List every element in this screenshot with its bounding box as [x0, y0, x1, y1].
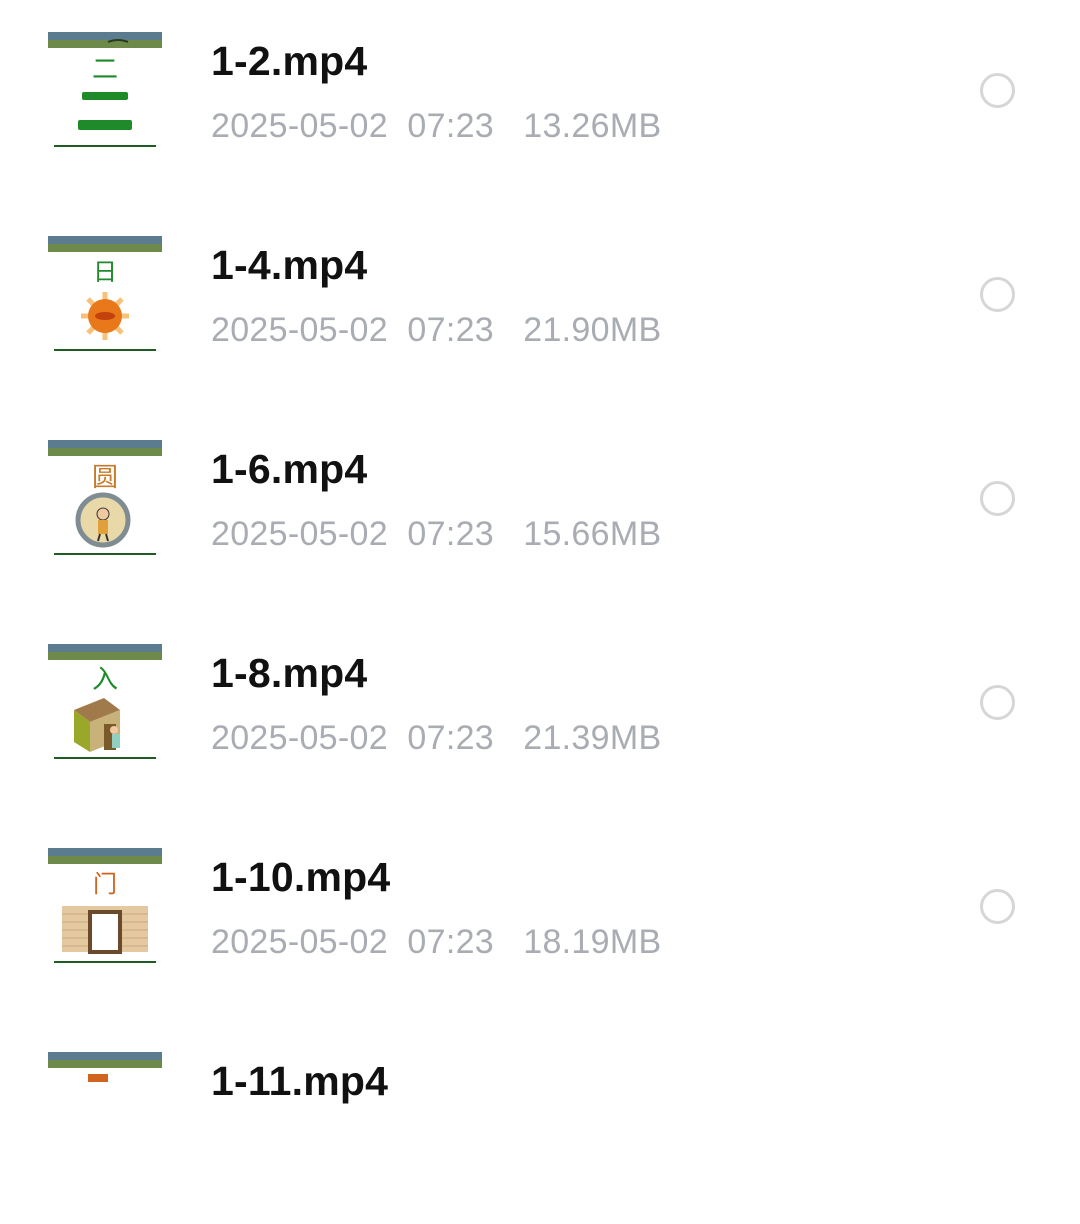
file-name: 1-2.mp4: [211, 38, 368, 84]
file-size: 13.26MB: [523, 107, 662, 145]
file-date: 2025-05-02: [211, 107, 388, 145]
file-name: 1-11.mp4: [211, 1058, 389, 1104]
thumb-character: 日: [93, 259, 117, 286]
file-time: 07:23: [407, 515, 495, 553]
file-date: 2025-05-02: [211, 311, 388, 349]
file-time: 07:23: [407, 311, 495, 349]
file-time: 07:23: [407, 719, 495, 757]
file-time: 07:23: [407, 107, 495, 145]
select-radio[interactable]: [980, 277, 1015, 312]
file-meta: 2025-05-02 07:23 21.39MB: [211, 719, 661, 758]
file-time: 07:23: [407, 923, 495, 961]
file-meta: 2025-05-02 07:23 21.90MB: [211, 311, 661, 350]
door-thumbnail-icon: 门: [48, 848, 162, 964]
file-name: 1-4.mp4: [211, 242, 368, 288]
sun-thumbnail-icon: 日: [48, 236, 162, 352]
file-name: 1-6.mp4: [211, 446, 368, 492]
file-meta: 2025-05-02 07:23 13.26MB: [211, 107, 661, 146]
file-list-item[interactable]: 二 1-2.mp4 2025-05-02 07:23 13.26MB: [0, 0, 1080, 204]
thumb-character: 圆: [92, 462, 118, 492]
file-list-item[interactable]: 1-11.mp4: [0, 1020, 1080, 1224]
select-radio[interactable]: [980, 73, 1015, 108]
character-two-thumbnail-icon: 二: [48, 32, 162, 148]
file-date: 2025-05-02: [211, 719, 388, 757]
file-list-item[interactable]: 入 1-8.mp4 2025-05-02 07:23 21.39MB: [0, 612, 1080, 816]
file-size: 18.19MB: [523, 923, 662, 961]
file-list-item[interactable]: 门 1-10.mp4 2025-05-02 07:23 18.19MB: [0, 816, 1080, 1020]
file-list-item[interactable]: 圆 1-6.mp4 2025-05-02 07:23 15.66MB: [0, 408, 1080, 612]
file-name: 1-10.mp4: [211, 854, 391, 900]
file-size: 15.66MB: [523, 515, 662, 553]
file-meta: 2025-05-02 07:23 15.66MB: [211, 515, 661, 554]
select-radio[interactable]: [980, 889, 1015, 924]
file-date: 2025-05-02: [211, 923, 388, 961]
select-radio[interactable]: [980, 481, 1015, 516]
circle-boy-thumbnail-icon: 圆: [48, 440, 162, 556]
file-size: 21.39MB: [523, 719, 662, 757]
file-date: 2025-05-02: [211, 515, 388, 553]
thumb-character: 门: [93, 871, 117, 898]
select-radio[interactable]: [980, 685, 1015, 720]
thumb-character: 入: [92, 664, 118, 694]
file-name: 1-8.mp4: [211, 650, 368, 696]
enter-house-thumbnail-icon: 入: [48, 644, 162, 760]
video-thumbnail-icon: [48, 1052, 162, 1168]
thumb-character: 二: [92, 54, 118, 84]
file-size: 21.90MB: [523, 311, 662, 349]
file-list-item[interactable]: 日 1-4.mp4 2025-05-02 07:23 21.90MB: [0, 204, 1080, 408]
file-meta: 2025-05-02 07:23 18.19MB: [211, 923, 661, 962]
